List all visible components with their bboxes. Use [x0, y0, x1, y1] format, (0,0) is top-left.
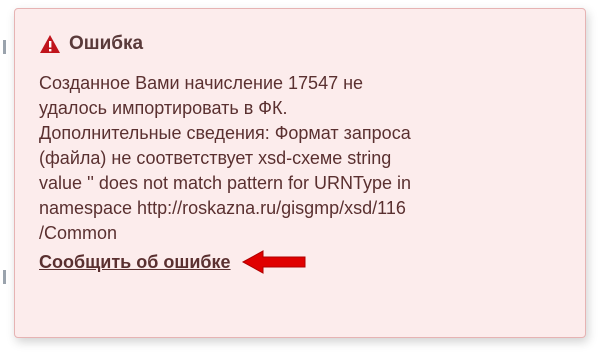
- error-popup: Ошибка Созданное Вами начисление 17547 н…: [14, 8, 586, 338]
- error-message-line: Дополнительные сведения: Формат запроса: [39, 123, 411, 143]
- error-message-line: namespace http://roskazna.ru/gisgmp/xsd/…: [39, 198, 406, 218]
- screen: Ошибка Созданное Вами начисление 17547 н…: [0, 0, 610, 358]
- edge-marker: [3, 40, 6, 54]
- error-title: Ошибка: [69, 33, 144, 54]
- background-panel-edge: [0, 0, 12, 358]
- error-message-line: Созданное Вами начисление 17547 не: [39, 73, 364, 93]
- report-row: Сообщить об ошибке: [39, 247, 559, 277]
- error-message-line: /Common: [39, 223, 118, 243]
- error-message: Созданное Вами начисление 17547 не удало…: [39, 71, 569, 246]
- error-message-line: удалось импортировать в ФК.: [39, 98, 288, 118]
- report-error-link[interactable]: Сообщить об ошибке: [39, 252, 231, 273]
- error-message-line: value '' does not match pattern for URNT…: [39, 173, 412, 193]
- error-title-row: Ошибка: [39, 31, 559, 57]
- error-message-line: (файла) не соответствует xsd-схеме strin…: [39, 148, 392, 168]
- red-arrow-left-icon: [241, 247, 311, 277]
- edge-marker: [3, 270, 6, 284]
- warning-triangle-icon: [39, 33, 61, 55]
